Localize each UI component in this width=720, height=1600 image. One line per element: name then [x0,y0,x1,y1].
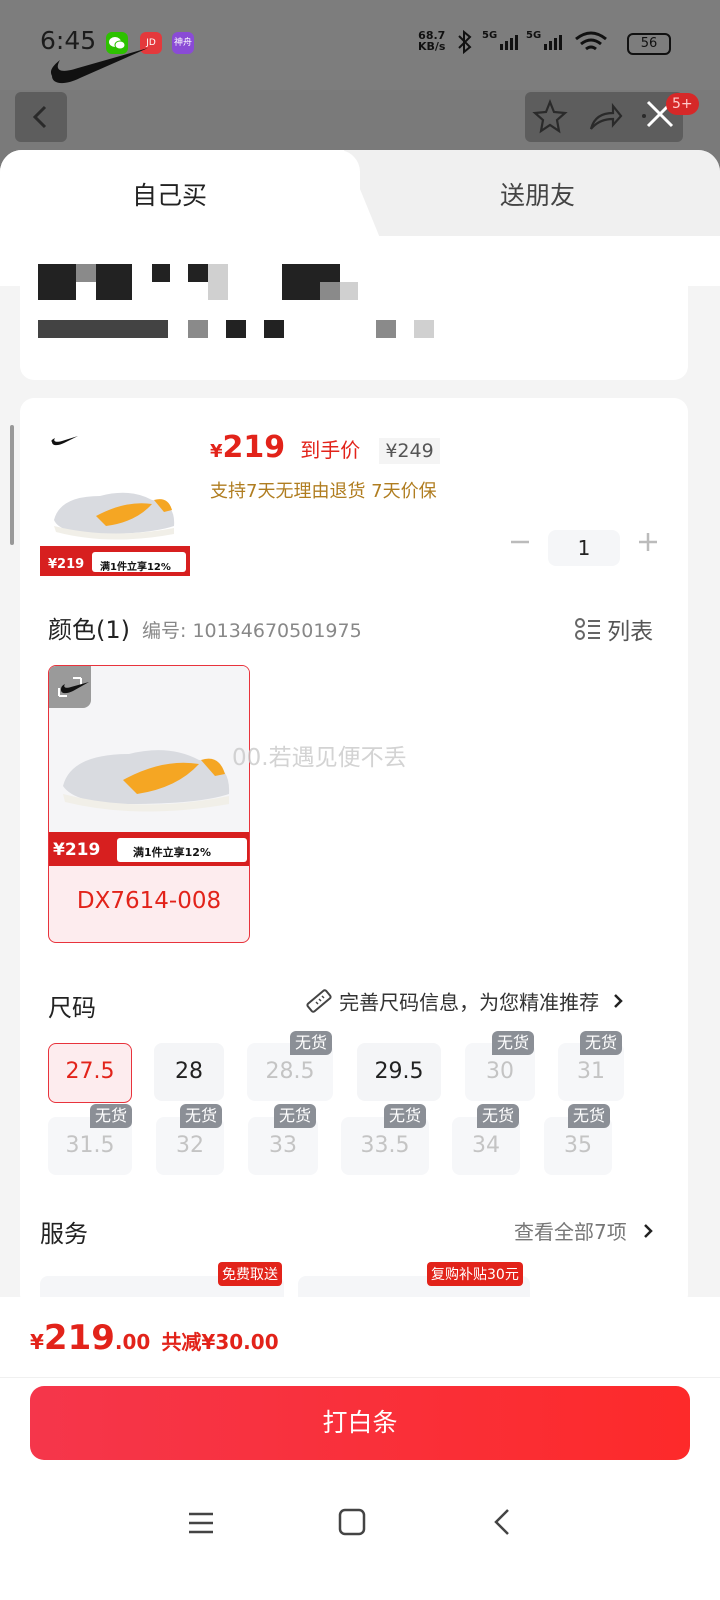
menu-icon [189,1512,213,1534]
signal-5g-2-icon: 5G [526,28,568,58]
share-button[interactable] [585,97,625,141]
out-of-stock-badge: 无货 [180,1104,223,1128]
color-option-label: DX7614-008 [76,888,222,914]
scrollbar[interactable] [10,425,14,545]
svg-text:5G: 5G [526,30,541,41]
chevron-right-icon [614,994,623,1008]
thumb-price: ¥219 [48,557,85,572]
redacted-block [264,320,284,338]
bluetooth-icon [455,29,475,58]
battery-indicator: 56 [627,33,671,55]
service-section-title: 服务 [40,1220,88,1248]
product-thumbnail[interactable]: ¥219 满1件立享12% [40,430,190,578]
list-view-toggle[interactable]: 列表 [574,612,653,646]
out-of-stock-badge: 无货 [90,1104,133,1128]
pay-button[interactable]: 打白条 [30,1386,690,1460]
redacted-block [188,264,208,282]
color-option-card[interactable]: ¥219 满1件立享12% DX7614-008 [48,665,250,943]
back-button[interactable] [15,92,67,142]
home-nav-button[interactable] [336,1506,368,1542]
total-price: ¥219.00 共减¥30.00 [30,1318,279,1358]
out-of-stock-badge: 无货 [568,1104,611,1128]
redacted-block [38,264,76,300]
watermark: 00.若遇见便不丢 [232,745,407,771]
ruler-icon [306,989,332,1013]
price-symbol: ¥ [210,441,223,462]
redacted-block [152,264,170,282]
redacted-block [38,320,168,338]
tab-gift[interactable]: 送朋友 [500,176,575,212]
shenqi-icon: 神舟 [172,32,194,54]
size-option[interactable]: 27.5 [48,1043,132,1103]
out-of-stock-badge: 无货 [290,1031,333,1055]
chevron-right-icon [643,1223,653,1238]
color-section-title: 颜色(1) [48,616,130,644]
list-icon [575,618,600,640]
minus-icon [511,540,529,544]
color-option-promo: 满1件立享12% [133,846,211,859]
quantity-field[interactable]: 1 [548,530,620,566]
size-option[interactable]: 28 [154,1043,224,1101]
quantity-increase-button[interactable] [636,530,660,558]
view-all-services-link[interactable]: 查看全部7项 [514,1216,656,1245]
redacted-block [376,320,396,338]
menu-nav-button[interactable] [186,1508,216,1542]
discount-text: 共减¥30.00 [161,1330,279,1354]
redacted-block [320,282,340,300]
price-row: ¥219 到手价 ¥249 [210,430,440,465]
quantity-decrease-button[interactable] [508,530,532,561]
redacted-block [414,320,434,338]
nike-logo-overlay [50,40,150,88]
guarantee-text: 支持7天无理由退货 7天价保 [210,481,437,502]
expand-button[interactable] [49,666,91,708]
out-of-stock-badge: 无货 [477,1104,520,1128]
out-of-stock-badge: 无货 [492,1031,535,1055]
out-of-stock-badge: 无货 [274,1104,317,1128]
size-recommend-link[interactable]: 完善尺码信息，为您精准推荐 [304,986,626,1016]
plus-icon [639,533,657,551]
service-badge: 免费取送 [218,1262,282,1286]
out-of-stock-badge: 无货 [580,1031,623,1055]
redacted-block [340,282,358,300]
redacted-block [96,264,132,300]
list-view-label: 列表 [607,619,654,645]
net-speed: 68.7 KB/s [418,29,446,53]
sneaker-image [40,436,190,576]
redacted-block [188,320,208,338]
original-price: ¥249 [379,438,440,464]
view-all-label: 查看全部7项 [514,1220,627,1244]
redacted-block [76,264,96,282]
chevron-left-icon [494,1509,509,1535]
sku-number: 编号: 10134670501975 [142,620,362,642]
cart-count-badge: 5+ [666,93,699,115]
address-card[interactable] [20,236,688,380]
divider [0,1377,720,1378]
service-badge: 复购补贴30元 [427,1262,523,1286]
size-recommend-text: 完善尺码信息，为您精准推荐 [339,990,600,1015]
signal-5g-1-icon: 5G [482,28,524,58]
final-price: 219 [222,430,286,465]
size-option[interactable]: 29.5 [357,1043,441,1101]
svg-text:5G: 5G [482,30,497,41]
chevron-left-icon [32,105,47,129]
redacted-block [226,320,246,338]
price-tag: 到手价 [300,438,361,462]
back-nav-button[interactable] [488,1506,518,1542]
favorite-button[interactable] [530,97,570,141]
thumb-promo: 满1件立享12% [100,562,171,573]
redacted-block [208,264,228,300]
size-section-title: 尺码 [48,994,96,1022]
star-icon [532,99,568,134]
tab-self-buy-label: 自己买 [132,181,208,210]
wifi-icon [574,30,608,58]
out-of-stock-badge: 无货 [384,1104,427,1128]
share-icon [589,102,623,130]
color-option-price: ¥219 [53,840,101,860]
square-icon [338,1508,366,1536]
expand-icon [58,677,89,697]
